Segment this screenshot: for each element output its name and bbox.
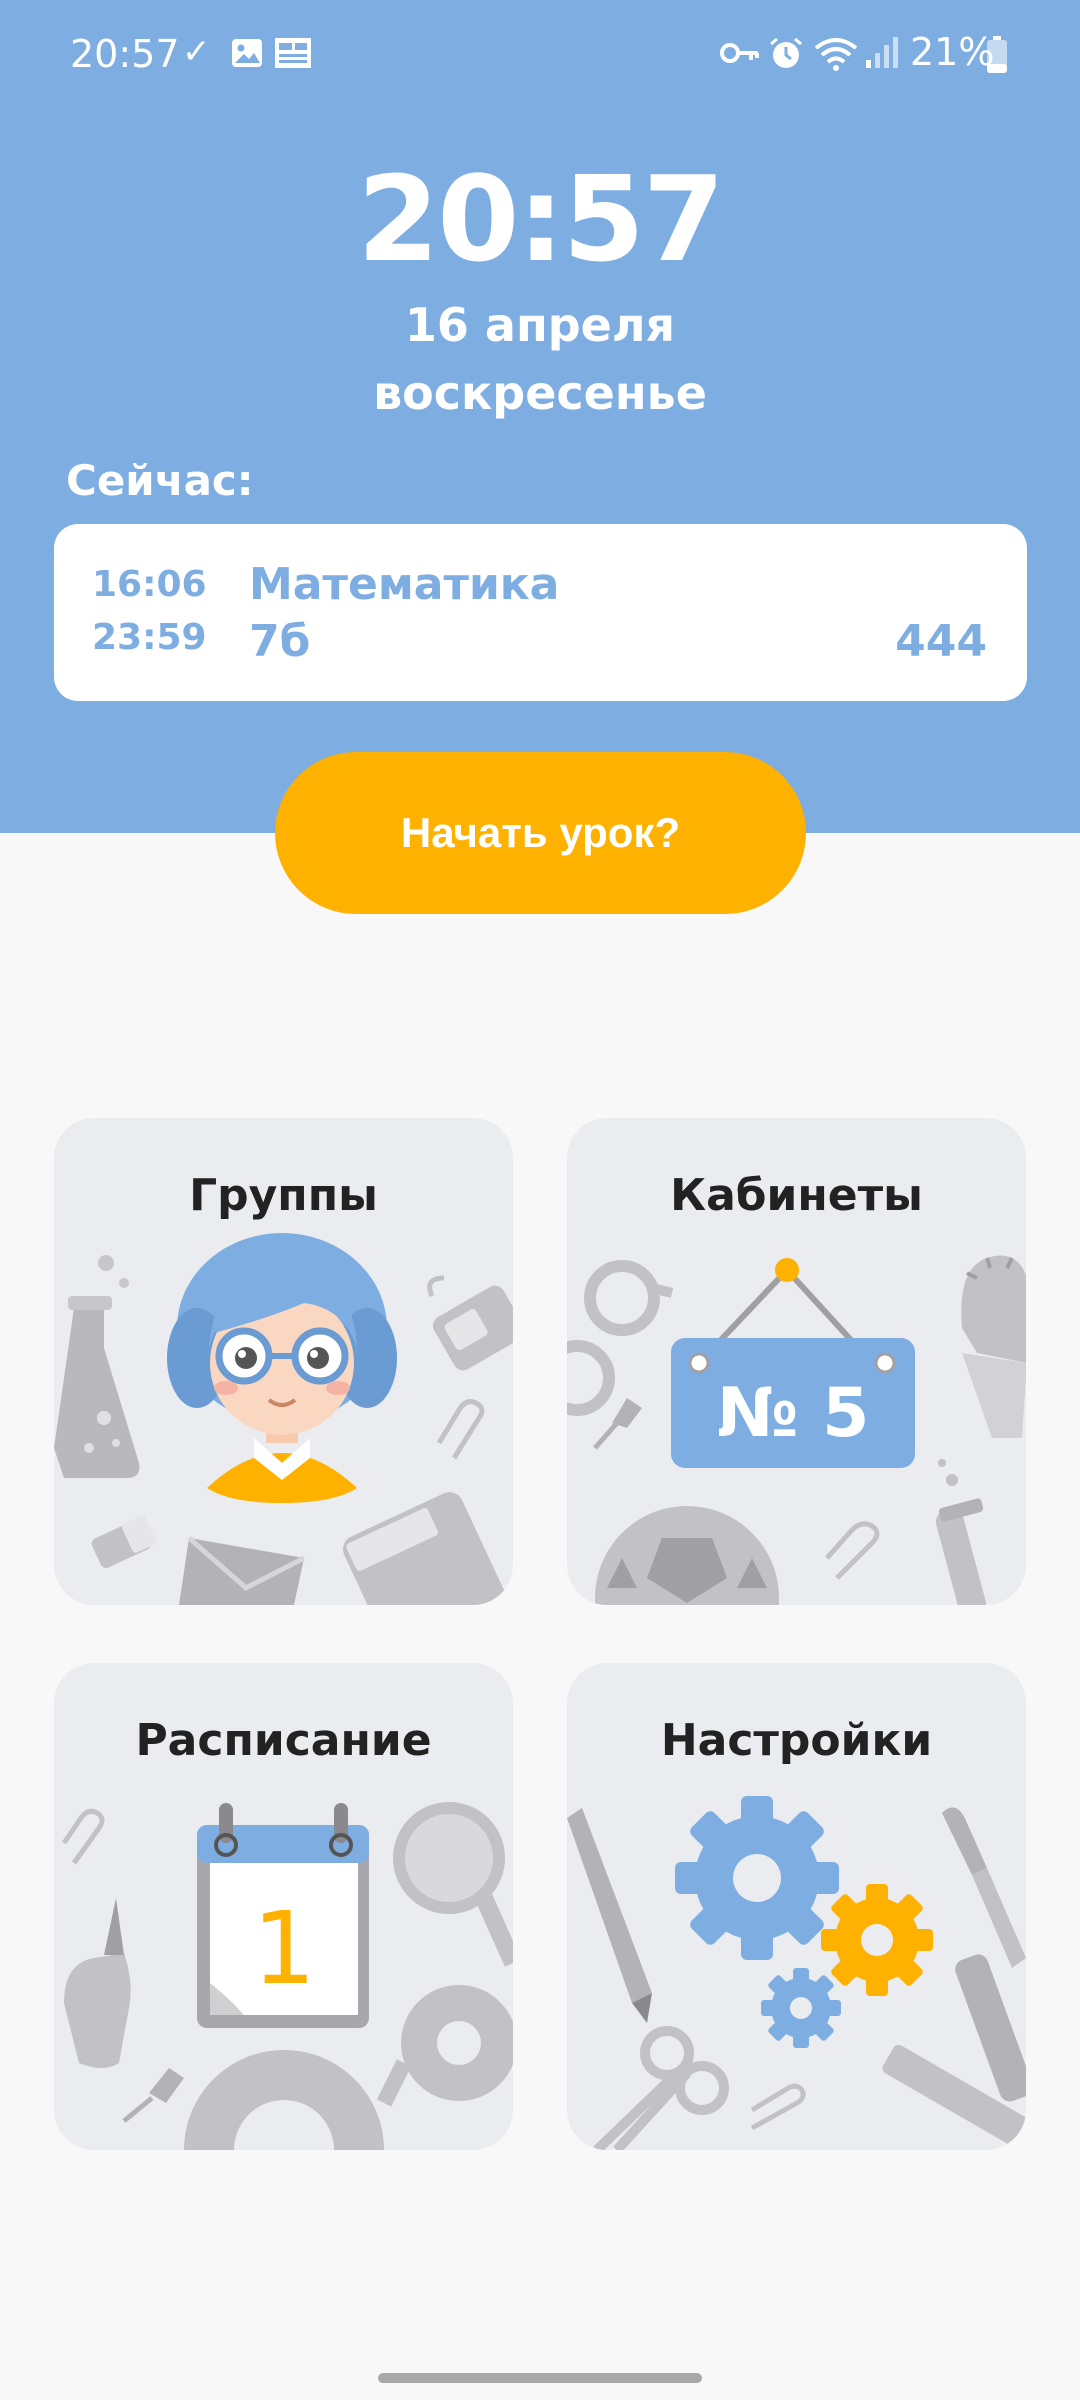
clock-weekday: воскресенье xyxy=(373,366,707,420)
lesson-subject: Математика xyxy=(249,559,560,610)
lesson-room: 444 xyxy=(895,616,987,667)
lesson-end-time: 23:59 xyxy=(92,617,207,658)
settings-tile[interactable]: Настройки xyxy=(567,1663,1026,2150)
wifi-icon xyxy=(814,38,858,71)
schedule-tile[interactable]: 1 Расписание xyxy=(54,1663,513,2150)
battery-percent: 21% xyxy=(910,30,995,74)
current-lesson-card[interactable]: 16:06 23:59 Математика 7б 444 xyxy=(54,524,1027,701)
clock-time: 20:57 xyxy=(357,150,725,288)
battery-icon xyxy=(987,36,1007,73)
rooms-tile[interactable]: № 5 Кабинеты xyxy=(567,1118,1026,1605)
signal-icon xyxy=(866,37,898,68)
vpn-key-icon xyxy=(720,43,759,63)
rooms-tile-title: Кабинеты xyxy=(670,1170,923,1221)
check-icon: ✓ xyxy=(182,32,211,72)
settings-tile-title: Настройки xyxy=(660,1715,933,1766)
start-lesson-button[interactable]: Начать урок? xyxy=(275,752,806,914)
now-label: Сейчас: xyxy=(66,456,254,505)
calendar-day: 1 xyxy=(252,1890,316,2007)
home-gesture-bar[interactable] xyxy=(378,2373,702,2383)
groups-tile-title: Группы xyxy=(189,1170,378,1221)
alarm-icon xyxy=(770,37,802,68)
schedule-tile-title: Расписание xyxy=(135,1715,432,1766)
room-sign-text: № 5 xyxy=(717,1374,870,1453)
image-icon xyxy=(232,39,262,67)
status-bar: 20:57 ✓ 21% xyxy=(0,0,1080,108)
news-icon xyxy=(275,38,311,68)
lesson-group: 7б xyxy=(249,616,311,667)
groups-tile[interactable]: Группы xyxy=(54,1118,513,1605)
status-time: 20:57 xyxy=(70,32,180,76)
clock-date: 16 апреля xyxy=(404,298,676,352)
lesson-start-time: 16:06 xyxy=(92,564,207,605)
